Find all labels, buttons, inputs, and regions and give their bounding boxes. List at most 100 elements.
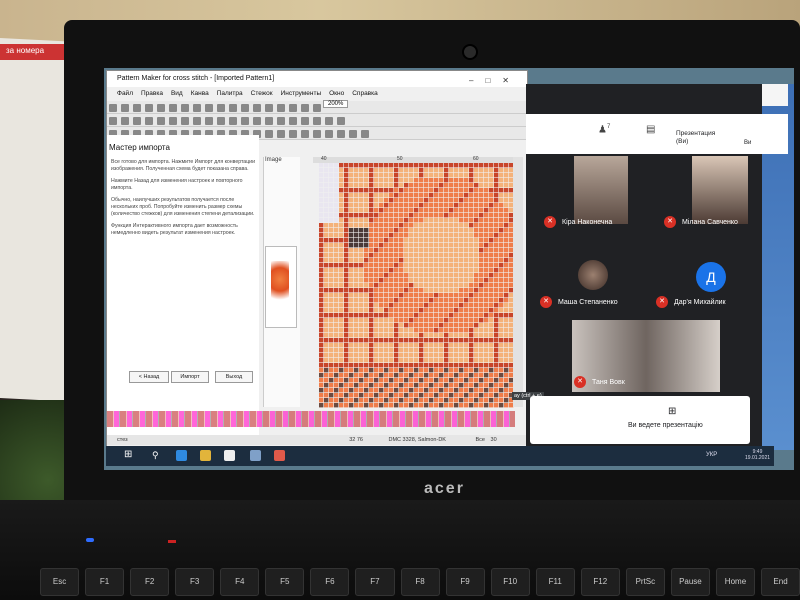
stitch-cell: [474, 233, 479, 238]
stitch-cell: [414, 243, 419, 248]
menu-edit[interactable]: Правка: [141, 90, 163, 97]
stitch-cell: [504, 273, 509, 278]
stitch-cell: [439, 228, 444, 233]
stitch-cell: [384, 253, 389, 258]
stitch-cell: [334, 178, 339, 183]
participant-video[interactable]: [692, 156, 748, 224]
stitch-cell: [374, 373, 379, 378]
stitch-cell: [484, 388, 489, 393]
participant-video[interactable]: [574, 156, 628, 224]
zoom-select[interactable]: 200%: [323, 100, 349, 108]
menu-palette[interactable]: Палитра: [217, 90, 243, 97]
stitch-cell: [404, 383, 409, 388]
stitch-cell: [459, 333, 464, 338]
stitch-cell: [349, 298, 354, 303]
stitch-cell: [419, 363, 424, 368]
stitch-cell: [494, 308, 499, 313]
exit-button[interactable]: Выход: [215, 371, 253, 383]
stitch-cell: [329, 258, 334, 263]
stitch-cell: [449, 258, 454, 263]
stitch-cell: [344, 403, 349, 408]
stitch-cell: [504, 328, 509, 333]
stitch-cell: [379, 218, 384, 223]
stitch-cell: [474, 293, 479, 298]
stitch-cell: [414, 173, 419, 178]
stitch-cell: [414, 313, 419, 318]
stitch-cell: [444, 393, 449, 398]
stitch-cell: [404, 393, 409, 398]
stitch-cell: [329, 368, 334, 373]
stitch-cell: [389, 288, 394, 293]
stitch-cell: [419, 333, 424, 338]
stitch-cell: [459, 243, 464, 248]
chrome-icon[interactable]: [274, 450, 285, 461]
store-icon[interactable]: [224, 450, 235, 461]
stitch-cell: [474, 228, 479, 233]
stitch-cell: [474, 193, 479, 198]
edge-icon[interactable]: [176, 450, 187, 461]
stitch-cell: [329, 403, 334, 408]
stitch-cell: [399, 343, 404, 348]
stitch-cell: [329, 363, 334, 368]
menu-bar: Файл Правка Вид Канва Палитра Стежок Инс…: [107, 87, 527, 99]
import-button[interactable]: Импорт: [171, 371, 209, 383]
windows-start-icon[interactable]: ⊞: [124, 449, 132, 460]
back-button[interactable]: < Назад: [129, 371, 169, 383]
stitch-cell: [359, 238, 364, 243]
chat-icon[interactable]: ▤: [646, 124, 655, 135]
language-indicator[interactable]: УКР: [706, 452, 717, 458]
stitch-cell: [489, 168, 494, 173]
stitch-cell: [324, 293, 329, 298]
stitch-cell: [374, 238, 379, 243]
pattern-maker-taskbar-icon[interactable]: [250, 450, 261, 461]
stitch-cell: [479, 183, 484, 188]
search-icon[interactable]: ⚲: [152, 450, 159, 461]
stitch-cell: [459, 343, 464, 348]
toolbar-row-1[interactable]: 200%: [107, 100, 527, 114]
presenting-card[interactable]: [530, 396, 750, 444]
stitch-cell: [404, 323, 409, 328]
stitch-cell: [469, 298, 474, 303]
stitch-cell: [339, 278, 344, 283]
pattern-grid[interactable]: [319, 163, 514, 408]
stitch-cell: [499, 328, 504, 333]
status-all[interactable]: Все: [476, 437, 485, 443]
stitch-cell: [399, 233, 404, 238]
stitch-cell: [444, 383, 449, 388]
stitch-cell: [399, 403, 404, 408]
menu-view[interactable]: Вид: [171, 90, 183, 97]
stitch-cell: [334, 293, 339, 298]
stitch-cell: [319, 313, 324, 318]
color-palette-strip[interactable]: [107, 411, 515, 427]
stitch-cell: [359, 338, 364, 343]
stitch-cell: [354, 333, 359, 338]
stitch-cell: [434, 363, 439, 368]
menu-tools[interactable]: Инструменты: [281, 90, 322, 97]
stitch-cell: [419, 268, 424, 273]
stitch-cell: [394, 273, 399, 278]
stitch-cell: [389, 333, 394, 338]
stitch-cell: [409, 313, 414, 318]
stitch-cell: [424, 373, 429, 378]
mic-off-icon: ✕: [544, 216, 556, 228]
menu-file[interactable]: Файл: [117, 90, 133, 97]
stitch-cell: [414, 298, 419, 303]
menu-canvas[interactable]: Канва: [191, 90, 209, 97]
toolbar-row-2[interactable]: [107, 114, 527, 127]
stitch-cell: [434, 398, 439, 403]
stitch-cell: [469, 383, 474, 388]
menu-help[interactable]: Справка: [352, 90, 378, 97]
people-icon[interactable]: ♟7: [598, 124, 610, 135]
vertical-scrollbar[interactable]: [513, 157, 523, 407]
stitch-cell: [354, 328, 359, 333]
stitch-cell: [429, 233, 434, 238]
taskbar-clock[interactable]: 9:49 19.01.2021: [745, 449, 770, 461]
stitch-cell: [339, 198, 344, 203]
stitch-cell: [329, 303, 334, 308]
menu-window[interactable]: Окно: [329, 90, 344, 97]
stitch-cell: [439, 388, 444, 393]
menu-stitch[interactable]: Стежок: [251, 90, 273, 97]
explorer-icon[interactable]: [200, 450, 211, 461]
pattern-grid-svg[interactable]: [319, 163, 514, 408]
stitch-cell: [359, 258, 364, 263]
